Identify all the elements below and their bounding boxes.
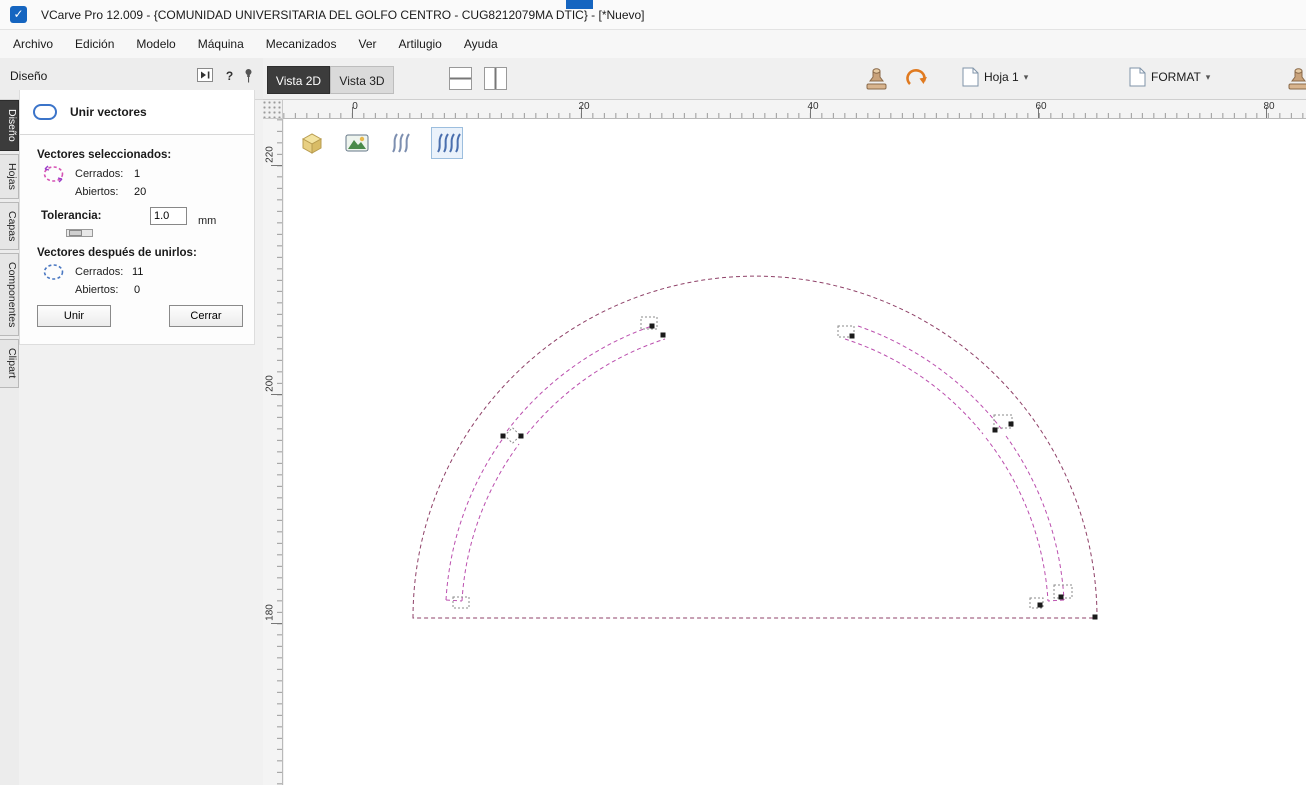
sidebar-tab-hojas[interactable]: Hojas xyxy=(0,153,19,199)
tolerance-input[interactable] xyxy=(150,207,187,225)
split-vertical-icon[interactable] xyxy=(484,67,507,95)
closed-vector-icon xyxy=(33,104,57,120)
titlebar-blue-artifact xyxy=(566,0,593,9)
sheet-dropdown[interactable]: Hoja 1 ▾ xyxy=(962,67,1028,87)
title-bar: ✓ VCarve Pro 12.009 - {COMUNIDAD UNIVERS… xyxy=(0,0,1306,30)
pin-panel-icon[interactable] xyxy=(240,68,257,83)
v-ruler-ticks xyxy=(277,119,282,785)
main-toolbar: Vista 2D Vista 3D Hoja 1 ▾ FORMAT ▾ xyxy=(263,58,1306,100)
menu-ayuda[interactable]: Ayuda xyxy=(453,33,509,55)
tolerance-label: Tolerancia: xyxy=(41,210,102,222)
menu-artilugio[interactable]: Artilugio xyxy=(388,33,453,55)
sidebar-tab-componentes[interactable]: Componentes xyxy=(0,252,19,337)
v-ruler-label: 220 xyxy=(264,146,276,163)
stamp-tool-icon-right[interactable] xyxy=(1285,67,1306,97)
drawing-canvas[interactable] xyxy=(284,119,1306,785)
background-image-icon[interactable] xyxy=(341,127,373,159)
menu-maquina[interactable]: Máquina xyxy=(187,33,255,55)
after-closed-label: Cerrados: xyxy=(75,266,124,278)
horizontal-ruler: 0 20 40 60 80 xyxy=(283,100,1306,119)
tolerance-slider[interactable] xyxy=(66,229,93,237)
selected-closed-value: 1 xyxy=(134,168,141,180)
open-vectors-icon xyxy=(43,165,64,183)
menu-modelo[interactable]: Modelo xyxy=(125,33,186,55)
join-button[interactable]: Unir xyxy=(37,305,111,327)
vector-drawing xyxy=(412,275,1098,620)
v-ruler-label: 180 xyxy=(264,604,276,621)
ruler-corner xyxy=(263,100,283,119)
after-open-label: Abiertos: xyxy=(75,284,119,296)
h-ruler-label: 60 xyxy=(1035,101,1047,112)
selected-closed-label: Cerrados: xyxy=(75,168,124,180)
close-button[interactable]: Cerrar xyxy=(169,305,243,327)
after-closed-value: 11 xyxy=(132,266,144,278)
h-ruler-label: 20 xyxy=(578,101,590,112)
selected-open-value: 20 xyxy=(134,186,147,198)
sheet-dropdown-label: Hoja 1 xyxy=(984,70,1019,84)
after-open-value: 0 xyxy=(134,284,141,296)
h-ruler-label: 0 xyxy=(352,101,358,112)
sidebar-tab-diseno[interactable]: Diseño xyxy=(0,100,19,151)
selection-boxes xyxy=(452,316,1073,609)
after-join-heading: Vectores después de unirlos: xyxy=(37,247,197,259)
fluting-lines-selected-icon[interactable] xyxy=(431,127,463,159)
split-horizontal-icon[interactable] xyxy=(449,67,472,95)
sidebar-tab-clipart[interactable]: Clipart xyxy=(0,339,19,388)
join-vectors-header: Unir vectores xyxy=(20,90,254,135)
joined-vectors-icon xyxy=(43,264,64,280)
format-page-icon xyxy=(1129,67,1146,87)
h-ruler-label: 80 xyxy=(1263,101,1275,112)
sheet-page-icon xyxy=(962,67,979,87)
collapse-panel-icon[interactable] xyxy=(196,68,213,83)
tool-title: Unir vectores xyxy=(70,105,147,119)
outer-dome-vector xyxy=(412,275,1098,619)
selected-vectors-heading: Vectores seleccionados: xyxy=(37,149,172,161)
join-vectors-pane: Unir vectores Vectores seleccionados: Ce… xyxy=(19,90,255,345)
format-dropdown[interactable]: FORMAT ▾ xyxy=(1129,67,1210,87)
material-block-icon[interactable] xyxy=(296,127,328,159)
design-panel-title: Diseño xyxy=(10,69,48,83)
rotate-redo-icon[interactable] xyxy=(903,67,931,97)
tool-panel: Unir vectores Vectores seleccionados: Ce… xyxy=(19,90,263,785)
selected-open-label: Abiertos: xyxy=(75,186,119,198)
arch-band-vectors xyxy=(445,325,1065,602)
v-ruler-label: 200 xyxy=(264,375,276,392)
fluting-lines-icon[interactable] xyxy=(386,127,418,159)
menu-edicion[interactable]: Edición xyxy=(64,33,125,55)
tolerance-unit: mm xyxy=(198,215,217,227)
h-ruler-ticks xyxy=(283,113,1306,118)
stamp-tool-icon[interactable] xyxy=(863,67,890,97)
menu-mecanizados[interactable]: Mecanizados xyxy=(255,33,348,55)
menu-bar: Archivo Edición Modelo Máquina Mecanizad… xyxy=(0,30,1306,58)
sidebar-tab-capas[interactable]: Capas xyxy=(0,201,19,250)
tolerance-slider-handle[interactable] xyxy=(69,230,82,236)
menu-archivo[interactable]: Archivo xyxy=(2,33,64,55)
menu-ver[interactable]: Ver xyxy=(347,33,387,55)
format-caret-icon: ▾ xyxy=(1205,71,1211,82)
app-logo-icon: ✓ xyxy=(10,6,27,23)
tab-vista-3d[interactable]: Vista 3D xyxy=(330,66,394,94)
format-dropdown-label: FORMAT xyxy=(1151,70,1201,84)
vertical-ruler: 220 200 180 xyxy=(263,119,283,785)
node-markers[interactable] xyxy=(500,323,1098,620)
h-ruler-label: 40 xyxy=(807,101,819,112)
window-title: VCarve Pro 12.009 - {COMUNIDAD UNIVERSIT… xyxy=(41,7,645,22)
canvas-toolbar xyxy=(296,127,463,159)
help-icon[interactable]: ? xyxy=(221,69,238,84)
tab-vista-2d[interactable]: Vista 2D xyxy=(267,66,330,94)
sheet-caret-icon: ▾ xyxy=(1023,71,1029,82)
side-tab-strip: Diseño Hojas Capas Componentes Clipart xyxy=(0,100,19,785)
